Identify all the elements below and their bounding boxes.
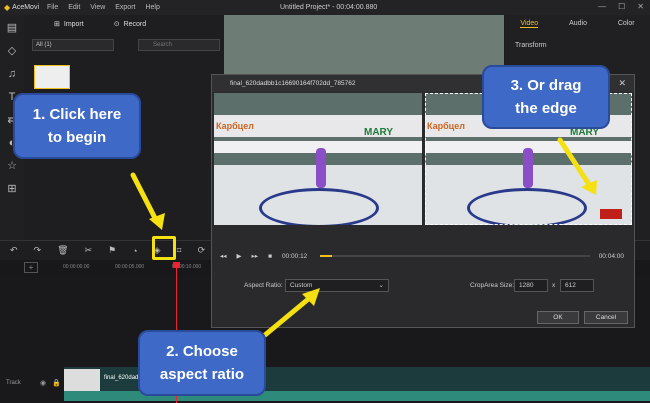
callout-step2-line2: aspect ratio: [159, 366, 245, 383]
callout-step3: 3. Or drag the edge: [482, 65, 610, 129]
callout-step2-line1: 2. Choose: [166, 343, 238, 360]
callout-step2: 2. Choose aspect ratio: [138, 330, 266, 396]
callout-step1: 1. Click here to begin: [13, 93, 141, 159]
callout-step1-line1: 1. Click here: [32, 106, 122, 123]
arrow-step1: [130, 172, 160, 225]
annotation-arrows: [130, 137, 597, 338]
arrow-step3: [557, 137, 593, 189]
arrow-step2: [262, 293, 315, 338]
callout-step1-line2: to begin: [47, 129, 107, 146]
callout-step3-line1: 3. Or drag: [510, 77, 582, 94]
callout-step3-line2: the edge: [515, 100, 577, 117]
